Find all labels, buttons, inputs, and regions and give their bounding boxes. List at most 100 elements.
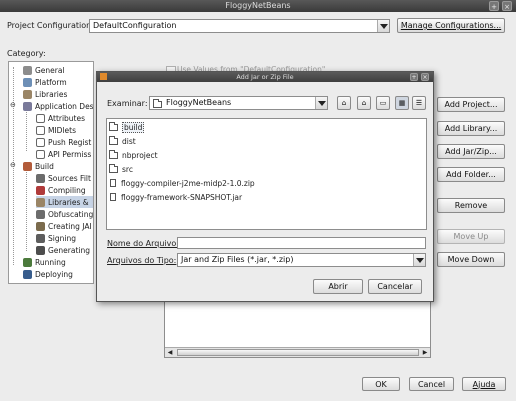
category-libraries[interactable]: Libraries [23,88,67,100]
up-folder-icon: ⌂ [341,99,347,107]
category-obfuscating[interactable]: Obfuscating [36,208,93,220]
filetype-select[interactable]: Jar and Zip Files (*.jar, *.zip) [177,253,426,267]
file-list[interactable]: build dist nbproject src floggy-compiler… [106,118,427,230]
category-item-label: Build [35,161,54,171]
build-icon [23,161,32,171]
project-config-select[interactable]: DefaultConfiguration [89,19,390,33]
dialog-close-icon[interactable]: × [421,73,429,81]
remove-label: Remove [454,201,488,210]
file-item-label: nbproject [122,150,158,160]
list-view-button[interactable]: ▦ [395,96,409,110]
category-compiling[interactable]: Compiling [36,184,86,196]
add-jar-zip-button[interactable]: Add Jar/Zip... [437,144,505,159]
add-jar-zip-label: Add Jar/Zip... [445,147,497,156]
filename-label: Nome do Arquivo: [107,239,179,248]
file-item-compiler-zip[interactable]: floggy-compiler-j2me-midp2-1.0.zip [109,177,255,189]
chevron-down-icon[interactable] [377,20,389,32]
file-item-build[interactable]: build [109,121,145,133]
scrollbar-thumb[interactable] [177,349,419,356]
category-platform[interactable]: Platform [23,76,67,88]
dialog-title: Add Jar or Zip File [236,73,294,81]
add-folder-button[interactable]: Add Folder... [437,167,505,182]
category-deploying[interactable]: Deploying [23,268,73,280]
file-item-framework-jar[interactable]: floggy-framework-SNAPSHOT.jar [109,191,242,203]
open-label: Abrir [328,282,348,291]
category-item-label: Deploying [35,269,73,279]
category-general[interactable]: General [23,64,65,76]
look-in-value: FloggyNetBeans [166,98,232,107]
chevron-down-icon[interactable] [315,97,327,109]
move-up-button[interactable]: Move Up [437,229,505,244]
category-push-registry[interactable]: Push Regist [36,136,91,148]
add-library-label: Add Library... [444,124,498,133]
deploy-icon [23,269,32,279]
filetype-value: Jar and Zip Files (*.jar, *.zip) [181,255,294,264]
file-icon [110,179,116,187]
ok-button[interactable]: OK [362,377,400,391]
category-midlets[interactable]: MIDlets [36,124,76,136]
file-item-src[interactable]: src [109,163,133,175]
add-folder-label: Add Folder... [446,170,496,179]
category-item-label: General [35,65,65,75]
dialog-cancel-label: Cancelar [377,282,413,291]
category-application-descriptor[interactable]: Application Des [23,100,94,112]
chevron-down-icon[interactable] [413,254,425,266]
folder-icon [153,98,162,108]
file-item-label: src [122,164,133,174]
maximize-icon[interactable]: + [489,1,499,11]
category-creating-jar[interactable]: Creating JAI [36,220,92,232]
manage-configurations-button[interactable]: Manage Configurations... [397,18,505,33]
help-button[interactable]: Ajuda [462,377,506,391]
filename-input[interactable] [177,237,426,249]
folder-icon [109,149,118,159]
help-label: Ajuda [472,379,496,389]
category-item-label: Signing [48,233,76,243]
filter-icon [36,173,45,183]
remove-button[interactable]: Remove [437,198,505,213]
category-item-label: Application Des [35,101,94,111]
category-tree[interactable]: General Platform Libraries ⊖ Application… [8,61,94,284]
category-signing[interactable]: Signing [36,232,76,244]
page-icon [36,113,45,123]
new-folder-button[interactable]: ▭ [376,96,390,110]
dialog-cancel-button[interactable]: Cancelar [368,279,422,294]
file-item-label: dist [122,136,136,146]
tree-line [26,109,28,151]
category-item-label: Push Regist [48,137,92,147]
ok-label: OK [375,379,387,389]
category-item-label: Compiling [48,185,86,195]
add-project-button[interactable]: Add Project... [437,97,505,112]
app-descriptor-icon [23,101,32,111]
open-button[interactable]: Abrir [313,279,363,294]
category-libraries-resources[interactable]: Libraries & [36,196,93,208]
expand-toggle-icon[interactable]: ⊖ [10,102,16,109]
folder-icon [109,135,118,145]
file-item-dist[interactable]: dist [109,135,136,147]
category-sources-filtering[interactable]: Sources Filt [36,172,91,184]
category-running[interactable]: Running [23,256,66,268]
category-generating-javadoc[interactable]: Generating [36,244,90,256]
category-api-permissions[interactable]: API Permiss [36,148,91,160]
home-button[interactable]: ⌂ [357,96,371,110]
look-in-select[interactable]: FloggyNetBeans [149,96,328,110]
category-item-label: Attributes [48,113,86,123]
scroll-left-icon[interactable]: ◀ [166,349,174,356]
category-attributes[interactable]: Attributes [36,112,85,124]
category-build[interactable]: Build [23,160,54,172]
details-view-button[interactable]: ☰ [412,96,426,110]
expand-toggle-icon[interactable]: ⊖ [10,162,16,169]
add-library-button[interactable]: Add Library... [437,121,505,136]
details-view-icon: ☰ [415,99,423,107]
category-label: Category: [7,49,46,58]
up-folder-button[interactable]: ⌂ [337,96,351,110]
close-icon[interactable]: × [502,1,512,11]
horizontal-scrollbar[interactable]: ◀ ▶ [165,347,430,357]
move-down-button[interactable]: Move Down [437,252,505,267]
file-item-label: floggy-compiler-j2me-midp2-1.0.zip [121,178,255,188]
cancel-button[interactable]: Cancel [409,377,454,391]
file-item-nbproject[interactable]: nbproject [109,149,158,161]
dialog-maximize-icon[interactable]: + [410,73,418,81]
folder-icon [109,163,118,173]
page-icon [36,149,45,159]
scroll-right-icon[interactable]: ▶ [421,349,429,356]
